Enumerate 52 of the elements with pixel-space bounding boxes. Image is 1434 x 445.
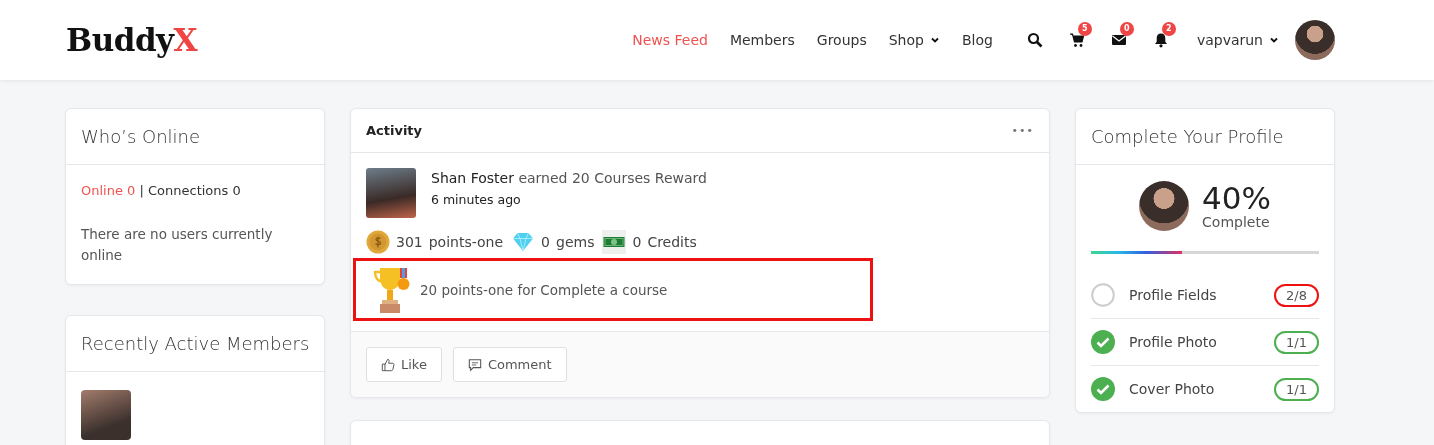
widget-title: Recently Active Members [66, 316, 324, 372]
member-photo[interactable] [81, 390, 131, 440]
banknote-icon [602, 230, 627, 254]
count-badge: 2 [1161, 22, 1176, 36]
author-photo[interactable] [366, 168, 416, 218]
checklist-label: Profile Photo [1129, 334, 1217, 350]
activity-text: Shan Foster earned 20 Courses Reward [431, 170, 707, 186]
empty-message: There are no users currently online [81, 225, 274, 265]
points-label: Credits [647, 234, 697, 250]
count-pill: 1/1 [1274, 377, 1319, 401]
points-value: 301 [396, 234, 423, 250]
coin-icon [366, 230, 390, 254]
mail-icon[interactable] [1110, 32, 1127, 48]
percent-caption: Complete [1202, 214, 1271, 230]
widget-title: Who’s Online [66, 109, 324, 165]
nav-link[interactable]: Groups [816, 32, 867, 48]
timestamp: 6 minutes ago [431, 192, 522, 207]
nav-link[interactable]: News Feed [632, 32, 708, 48]
author-link[interactable]: Shan Foster [431, 170, 514, 186]
reward-text: 20 points-one for Complete a course [420, 281, 668, 298]
activity-title: Activity [366, 123, 423, 138]
caret-icon [1269, 35, 1279, 45]
points-value: 0 [632, 234, 642, 250]
comment-button[interactable]: Comment [452, 347, 567, 382]
cart-icon[interactable] [1068, 32, 1085, 48]
nav-link[interactable]: Members [729, 32, 795, 48]
nav-link[interactable]: Shop [888, 32, 940, 48]
count-pill: 1/1 [1274, 330, 1319, 354]
nav-link[interactable]: Blog [961, 32, 993, 48]
thumbs-up-icon [381, 357, 395, 372]
count-pill: 2/8 [1274, 283, 1319, 307]
logo[interactable]: BuddyX [66, 22, 198, 58]
bell-icon[interactable] [1152, 32, 1169, 48]
connections-link[interactable]: | Connections 0 [139, 183, 241, 198]
avatar-photo[interactable] [1295, 20, 1335, 60]
online-link[interactable]: Online 0 [81, 183, 136, 198]
diamond-icon [511, 230, 536, 254]
comment-icon [467, 357, 482, 372]
points-label: gems [556, 234, 595, 250]
checklist-label: Profile Fields [1129, 287, 1217, 303]
count-badge: 0 [1119, 22, 1134, 36]
count-badge: 5 [1077, 22, 1092, 36]
search-icon[interactable] [1026, 32, 1043, 48]
checklist-label: Cover Photo [1129, 381, 1215, 397]
more-menu[interactable]: ••• [1011, 124, 1034, 137]
points-label: points-one [428, 234, 504, 250]
widget-title: Complete Your Profile [1076, 109, 1334, 165]
percent-text: 40% [1202, 182, 1271, 214]
points-value: 0 [541, 234, 551, 250]
avatar-photo [1139, 181, 1190, 231]
like-button[interactable]: Like [366, 347, 442, 382]
username[interactable]: vapvarun [1196, 32, 1263, 48]
